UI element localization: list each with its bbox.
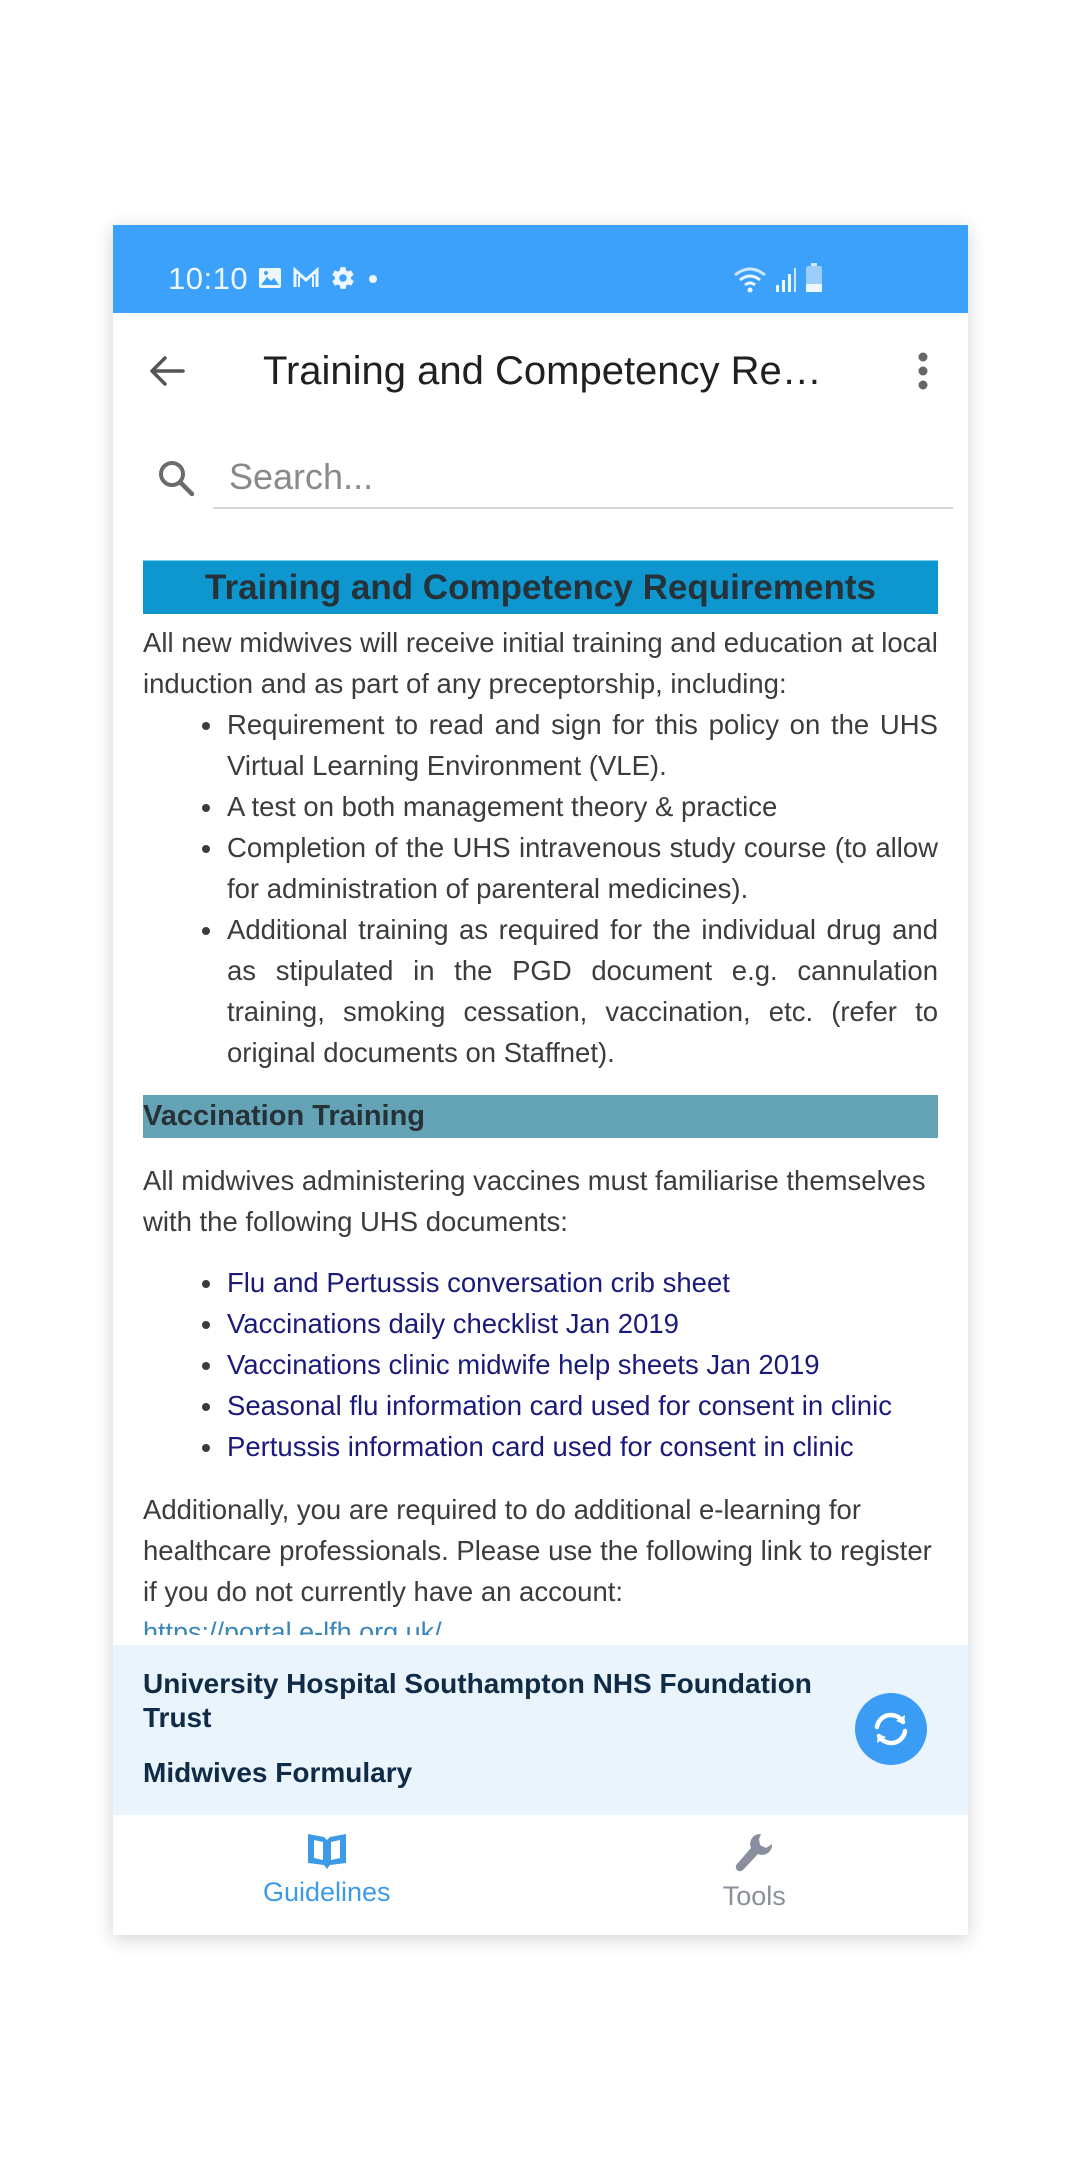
list-item: A test on both management theory & pract… [202,786,938,827]
elearning-paragraph: Additionally, you are required to do add… [143,1494,932,1607]
book-icon [307,1834,346,1869]
search-bar [113,435,968,530]
wifi-icon [733,265,767,298]
guideline-content[interactable]: Training and Competency Requirements All… [143,560,938,1635]
vaccination-heading: Vaccination Training [143,1095,938,1138]
signal-icon [775,267,797,298]
app-bar: Training and Competency Req... [113,313,968,428]
document-link[interactable]: Seasonal flu information card used for c… [202,1385,938,1426]
dot-icon [367,272,379,290]
vaccination-documents-list: Flu and Pertussis conversation crib shee… [143,1262,938,1467]
more-vert-icon [918,352,928,390]
tab-label: Tools [722,1881,786,1911]
wrench-icon [736,1833,773,1872]
list-item: Additional training as required for the … [202,909,938,1073]
vaccination-intro: All midwives administering vaccines must… [143,1165,926,1237]
page-title: Training and Competency Req... [263,349,823,393]
status-bar: 10:10 [113,225,968,313]
phone-screen: 10:10 Training and Competency Req... Sea… [113,225,968,1935]
requirements-list: Requirement to read and sign for this po… [143,704,938,1073]
search-input[interactable] [213,447,953,509]
back-button[interactable] [143,347,191,395]
battery-icon [805,263,823,298]
gallery-icon [258,266,282,295]
document-link[interactable]: Vaccinations clinic midwife help sheets … [202,1344,938,1385]
document-link[interactable]: Flu and Pertussis conversation crib shee… [202,1262,938,1303]
document-link[interactable]: Vaccinations daily checklist Jan 2019 [202,1303,938,1344]
tab-tools[interactable]: Tools [541,1815,969,1935]
more-options-button[interactable] [908,347,938,395]
arrow-left-icon [150,356,185,386]
settings-icon [330,265,356,296]
bottom-navigation: Guidelines Tools [113,1815,968,1935]
app-name: Midwives Formulary [143,1757,413,1788]
refresh-button[interactable] [855,1693,927,1765]
elearning-link[interactable]: https://portal.e-lfh.org.uk/ [143,1612,938,1635]
list-item: Requirement to read and sign for this po… [202,704,938,786]
refresh-icon [874,1712,908,1746]
document-link[interactable]: Pertussis information card used for cons… [202,1426,938,1467]
tab-guidelines[interactable]: Guidelines [113,1815,541,1935]
section-heading: Training and Competency Requirements [143,560,938,614]
gmail-icon [293,266,319,294]
intro-paragraph: All new midwives will receive initial tr… [143,627,938,699]
list-item: Completion of the UHS intravenous study … [202,827,938,909]
search-icon [159,461,195,497]
footer-info: University Hospital Southampton NHS Foun… [113,1645,968,1815]
status-time: 10:10 [168,261,249,296]
tab-label: Guidelines [262,1877,391,1907]
organisation-name: University Hospital Southampton NHS Foun… [143,1668,812,1733]
